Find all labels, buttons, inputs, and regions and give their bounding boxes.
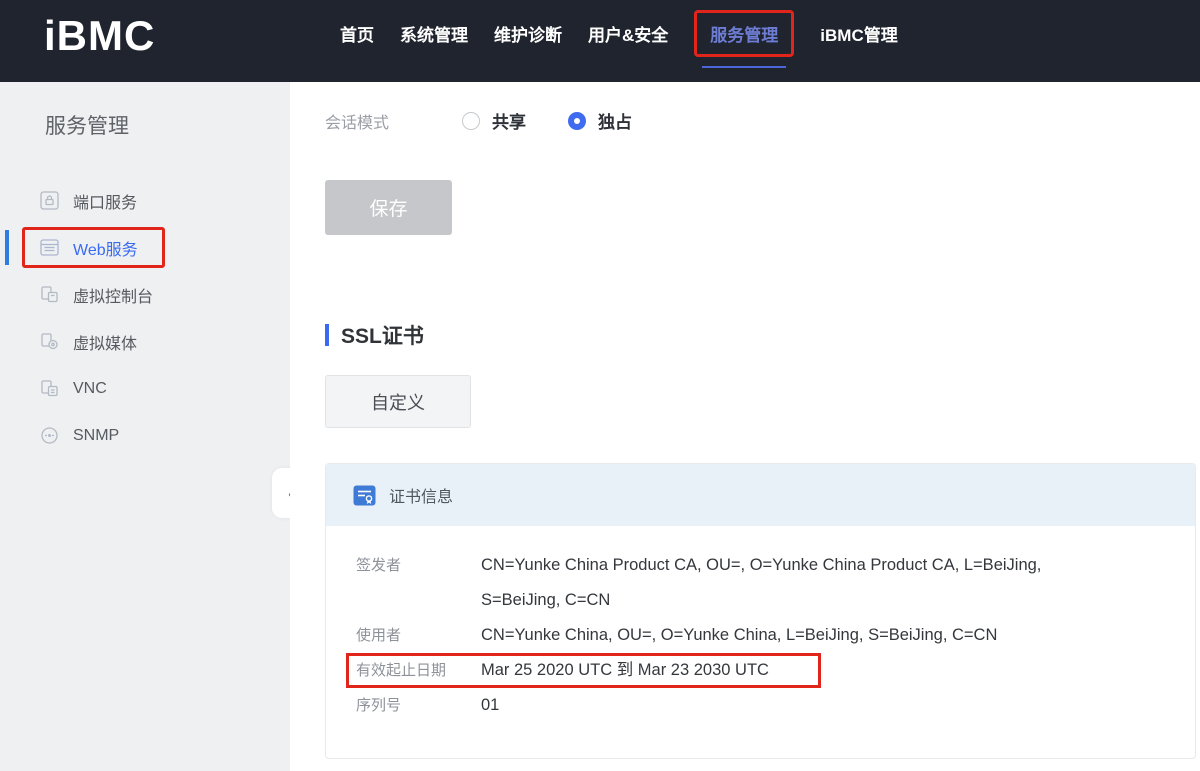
sidebar-item-label: Web服务: [73, 236, 138, 260]
virtual-media-icon: [40, 332, 59, 351]
nav-item-service[interactable]: 服务管理: [710, 26, 778, 45]
ibmc-app: iBMC 首页 系统管理 维护诊断 用户&安全 服务管理 iBMC管理 服务管理: [0, 0, 1200, 771]
snmp-icon: [40, 426, 59, 445]
ibmc-logo: iBMC: [44, 12, 155, 60]
annotation-box-nav: 服务管理: [694, 10, 794, 57]
nav-item-ibmc-mgmt[interactable]: iBMC管理: [820, 21, 897, 46]
session-mode-label: 会话模式: [325, 109, 462, 133]
sidebar-item-virtual-console[interactable]: 虚拟控制台: [0, 271, 290, 318]
cert-field-value: CN=Yunke China Product CA, OU=, O=Yunke …: [481, 548, 1041, 618]
certificate-panel-title: 证书信息: [389, 483, 453, 507]
sidebar-item-label: VNC: [73, 380, 107, 398]
sidebar-title: 服务管理: [45, 110, 129, 140]
certificate-details: 签发者 CN=Yunke China Product CA, OU=, O=Yu…: [326, 526, 1195, 723]
active-item-indicator-bar: [5, 230, 9, 265]
cert-row-subject: 使用者 CN=Yunke China, OU=, O=Yunke China, …: [356, 618, 1195, 653]
session-mode-radio-group: 共享 独占: [462, 108, 632, 133]
cert-field-value: CN=Yunke China, OU=, O=Yunke China, L=Be…: [481, 618, 997, 653]
save-button[interactable]: 保存: [325, 180, 452, 235]
nav-item-system[interactable]: 系统管理: [400, 21, 468, 46]
sidebar-item-label: 虚拟媒体: [73, 330, 137, 354]
port-services-icon: [40, 191, 59, 210]
radio-option-label: 共享: [492, 108, 526, 133]
certificate-icon: [353, 484, 376, 507]
nav-item-user-security[interactable]: 用户&安全: [588, 21, 668, 46]
sidebar-item-label: 端口服务: [73, 189, 137, 213]
cert-field-label: 使用者: [356, 618, 481, 653]
cert-row-validity: 有效起止日期 Mar 25 2020 UTC 到 Mar 23 2030 UTC: [356, 653, 1195, 688]
radio-option-exclusive[interactable]: 独占: [568, 108, 632, 133]
customize-button[interactable]: 自定义: [325, 375, 471, 428]
cert-field-label: 有效起止日期: [356, 653, 481, 688]
main-content: 会话模式 共享 独占 保存 SSL证书 自定义: [290, 82, 1200, 771]
cert-field-value: 01: [481, 688, 499, 723]
certificate-panel-header: 证书信息: [326, 464, 1195, 526]
cert-field-label: 签发者: [356, 548, 481, 618]
cert-row-issuer: 签发者 CN=Yunke China Product CA, OU=, O=Yu…: [356, 548, 1195, 618]
nav-item-home[interactable]: 首页: [340, 21, 374, 46]
sidebar-item-vnc[interactable]: VNC: [0, 365, 290, 412]
virtual-console-icon: [40, 285, 59, 304]
sidebar-items: 端口服务 Web服务 虚拟控制台: [0, 177, 290, 459]
section-accent-bar: [325, 324, 329, 346]
cert-row-serial: 序列号 01: [356, 688, 1195, 723]
ssl-section-title: SSL证书: [341, 320, 424, 350]
nav-item-service-wrap: 服务管理: [694, 10, 794, 57]
radio-unselected-icon[interactable]: [462, 112, 480, 130]
web-services-icon: [40, 238, 59, 257]
sidebar: 服务管理 端口服务 Web服务: [0, 82, 290, 771]
vnc-icon: [40, 379, 59, 398]
nav-item-maintenance[interactable]: 维护诊断: [494, 21, 562, 46]
top-header: iBMC 首页 系统管理 维护诊断 用户&安全 服务管理 iBMC管理: [0, 0, 1200, 82]
top-nav: 首页 系统管理 维护诊断 用户&安全 服务管理 iBMC管理: [340, 0, 898, 66]
sidebar-item-label: SNMP: [73, 427, 119, 445]
sidebar-item-virtual-media[interactable]: 虚拟媒体: [0, 318, 290, 365]
radio-option-shared[interactable]: 共享: [462, 108, 526, 133]
sidebar-item-port-services[interactable]: 端口服务: [0, 177, 290, 224]
sidebar-item-web-services[interactable]: Web服务: [0, 224, 290, 271]
active-nav-underline: [702, 66, 786, 68]
sidebar-item-label: 虚拟控制台: [73, 283, 153, 307]
session-mode-row: 会话模式 共享 独占: [325, 108, 632, 133]
radio-selected-icon[interactable]: [568, 112, 586, 130]
ssl-section-header: SSL证书: [325, 320, 424, 350]
certificate-info-panel: 证书信息 签发者 CN=Yunke China Product CA, OU=,…: [325, 463, 1196, 759]
cert-field-label: 序列号: [356, 688, 481, 723]
cert-field-value: Mar 25 2020 UTC 到 Mar 23 2030 UTC: [481, 653, 769, 688]
radio-option-label: 独占: [598, 108, 632, 133]
sidebar-item-snmp[interactable]: SNMP: [0, 412, 290, 459]
